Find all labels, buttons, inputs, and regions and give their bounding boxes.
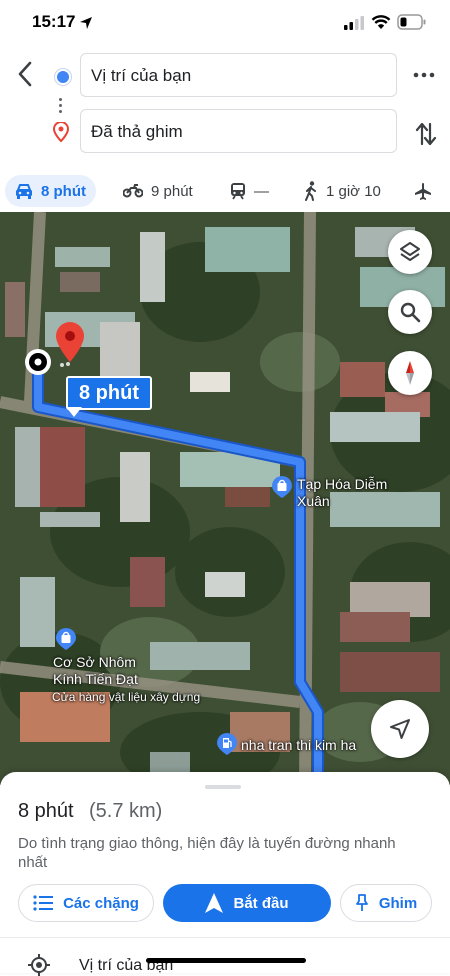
home-indicator[interactable] <box>146 958 306 963</box>
gas-station-poi-icon[interactable] <box>216 733 238 755</box>
transit-icon <box>231 183 245 200</box>
car-icon <box>16 184 32 199</box>
mode-tab-drive[interactable]: 8 phút <box>5 175 96 207</box>
start-navigation-button[interactable]: Bắt đầu <box>163 884 331 922</box>
compass-icon <box>406 361 414 385</box>
mode-tab-flight[interactable] <box>414 175 440 207</box>
search-icon <box>400 302 421 323</box>
status-time: 15:17 <box>32 12 76 31</box>
back-arrow-icon[interactable] <box>14 60 38 88</box>
traffic-note: Do tình trạng giao thông, hiện đây là tu… <box>18 835 396 871</box>
steps-button[interactable]: Các chặng <box>18 884 154 922</box>
mode-tab-walk[interactable]: 1 giờ 10 <box>304 175 381 207</box>
poi-label-tap-hoa[interactable]: Tạp Hóa Diễm Xuân <box>297 476 387 510</box>
poi-label-nha-tran[interactable]: nha tran thi kim ha <box>241 737 356 754</box>
list-icon <box>33 895 54 911</box>
route-duration-label: 8 phút <box>66 376 152 410</box>
swap-direction-icon[interactable] <box>414 120 438 148</box>
more-options-icon[interactable] <box>412 65 436 85</box>
my-location-button[interactable] <box>371 700 429 758</box>
navigation-start-icon <box>205 893 224 913</box>
layers-button[interactable] <box>388 230 432 274</box>
cellular-signal-icon <box>344 16 364 30</box>
battery-icon <box>397 14 426 30</box>
travel-mode-tabs: 8 phút 9 phút — 1 giờ 10 <box>0 168 450 212</box>
destination-field[interactable]: Đã thả ghim <box>80 109 397 153</box>
pushpin-icon <box>355 894 368 911</box>
walk-icon <box>305 181 316 201</box>
poi-category-label: Cửa hàng vật liệu xây dựng <box>52 690 201 704</box>
search-along-route-button[interactable] <box>388 290 432 334</box>
shopping-bag-poi-icon[interactable] <box>271 476 293 498</box>
location-arrow-icon <box>80 17 92 29</box>
shopping-bag-poi-icon[interactable] <box>55 628 77 650</box>
sheet-drag-handle[interactable] <box>205 785 241 789</box>
sheet-divider <box>0 937 450 938</box>
route-label-pointer <box>66 407 82 417</box>
origin-field[interactable]: Vị trí của bạn <box>80 53 397 97</box>
trip-distance: (5.7 km) <box>89 800 163 822</box>
origin-dot-icon <box>55 69 71 85</box>
layers-icon <box>400 242 420 261</box>
wifi-icon <box>371 15 391 29</box>
mode-tab-motorbike[interactable]: 9 phút <box>123 175 193 207</box>
pin-button[interactable]: Ghim <box>340 884 432 922</box>
status-bar: 15:17 <box>0 0 450 46</box>
motorbike-icon <box>123 184 143 198</box>
route-connector-dots <box>59 95 63 116</box>
compass-button[interactable] <box>388 351 432 395</box>
flight-icon <box>415 183 431 200</box>
navigation-arrow-icon <box>390 719 410 739</box>
map-view[interactable]: 8 phút Tạp Hóa Diễm Xuân Cơ Sở Nhôm Kính… <box>0 212 450 785</box>
poi-label-co-so-nhom[interactable]: Cơ Sở Nhôm Kính Tiến Đạt <box>53 654 138 688</box>
trip-duration: 8 phút <box>18 800 74 822</box>
mode-tab-transit[interactable]: — <box>230 175 269 207</box>
destination-pin-icon <box>53 122 69 142</box>
